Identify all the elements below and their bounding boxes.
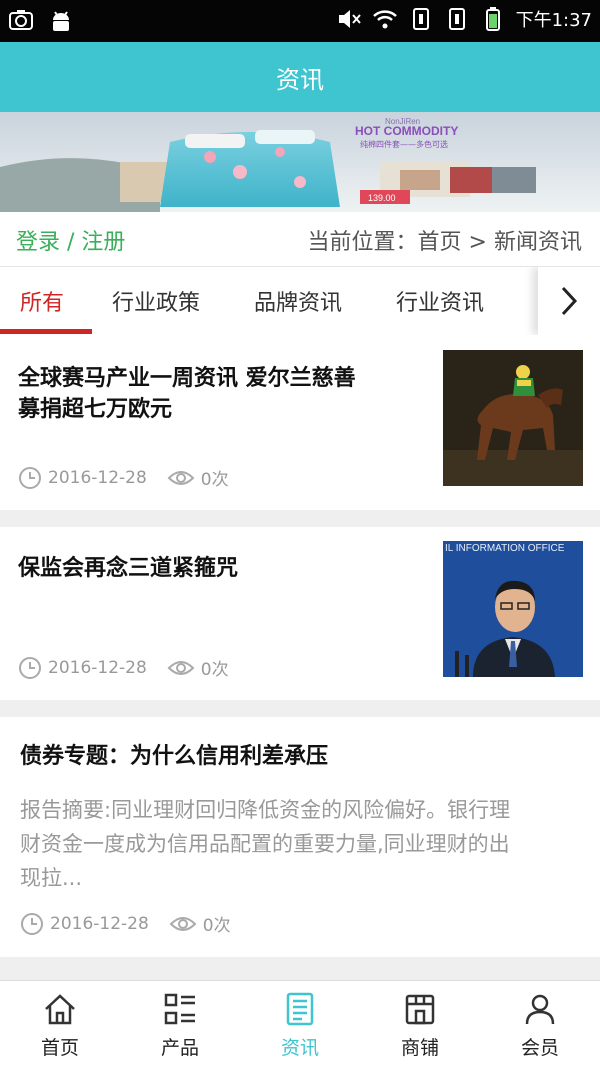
nav-shops[interactable]: 商铺 [360, 981, 480, 1068]
breadcrumb-arrow: > [461, 230, 494, 255]
nav-home[interactable]: 首页 [0, 981, 120, 1068]
nav-member[interactable]: 会员 [480, 981, 600, 1068]
bottom-nav: 首页 产品 资讯 商铺 会员 [0, 980, 600, 1068]
android-icon [53, 11, 69, 31]
eye-icon [167, 470, 195, 485]
banner-subline: 纯棉四件套——多色可选 [360, 139, 448, 149]
sim2-icon [448, 8, 465, 30]
clock-icon [19, 656, 41, 679]
active-tab-indicator [0, 329, 92, 334]
breadcrumb-current: 新闻资讯 [493, 230, 582, 255]
clock-icon [19, 466, 41, 489]
user-icon [525, 994, 555, 1025]
banner-price: 139.00 [368, 193, 396, 203]
title-bar: 资讯 [0, 42, 600, 112]
article-title[interactable]: 债券专题：为什么信用利差承压 [20, 741, 580, 772]
article-card[interactable]: 全球赛马产业一周资讯 爱尔兰慈善 募捐超七万欧元 2016-12-28 0次 [0, 335, 600, 510]
shop-icon [405, 994, 435, 1025]
article-meta: 2016-12-28 0次 [20, 911, 231, 936]
breadcrumb-home[interactable]: 首页 [418, 230, 462, 255]
banner-headline: HOT COMMODITY [355, 124, 458, 138]
tab-industry-news[interactable]: 行业资讯 [396, 285, 484, 317]
promo-banner[interactable]: 139.00 NonJiRen HOT COMMODITY 纯棉四件套——多色可… [0, 112, 600, 212]
article-summary: 报告摘要:同业理财回归降低资金的风险偏好。银行理 财资金一度成为信用品配置的重要… [20, 798, 511, 890]
home-icon [45, 994, 75, 1025]
breadcrumb: 当前位置：首页 > 新闻资讯 [308, 224, 582, 256]
tab-all[interactable]: 所有 [20, 285, 64, 317]
banner-image: 139.00 NonJiRen HOT COMMODITY 纯棉四件套——多色可… [0, 112, 600, 212]
article-card[interactable]: 保监会再念三道紧箍咒 2016-12-28 0次 IL INFORMATION … [0, 527, 600, 700]
press-conference-photo: IL INFORMATION OFFICE [443, 541, 583, 677]
nav-label: 商铺 [400, 1037, 439, 1059]
article-views: 0次 [200, 660, 229, 680]
article-date: 2016-12-28 [48, 467, 147, 488]
article-date: 2016-12-28 [50, 913, 149, 934]
status-time: 下午1:37 [515, 10, 592, 31]
article-thumbnail[interactable]: IL INFORMATION OFFICE [443, 541, 583, 677]
tab-brand-news[interactable]: 品牌资讯 [254, 285, 342, 317]
article-title[interactable]: 全球赛马产业一周资讯 爱尔兰慈善 募捐超七万欧元 [18, 363, 418, 425]
auth-links: 登录 / 注册 [16, 224, 125, 256]
category-tabs: 所有 行业政策 品牌资讯 行业资讯 [0, 267, 600, 335]
nav-products[interactable]: 产品 [120, 981, 240, 1068]
nav-label: 首页 [40, 1037, 79, 1059]
login-link[interactable]: 登录 [16, 230, 60, 255]
article-meta: 2016-12-28 0次 [18, 655, 229, 680]
news-icon [286, 992, 314, 1026]
eye-icon [167, 660, 195, 675]
wifi-icon [372, 10, 397, 29]
mute-icon [338, 10, 361, 28]
battery-icon [485, 7, 500, 31]
breadcrumb-label: 当前位置： [307, 230, 418, 255]
tabs-scroll-right-button[interactable] [538, 267, 600, 335]
register-link[interactable]: 注册 [81, 230, 125, 255]
screenshot-icon [9, 10, 33, 30]
clock-icon [21, 912, 43, 935]
article-meta: 2016-12-28 0次 [18, 465, 229, 490]
tab-industry-policy[interactable]: 行业政策 [112, 285, 200, 317]
article-thumbnail[interactable] [443, 350, 583, 486]
article-card[interactable]: 债券专题：为什么信用利差承压 报告摘要:同业理财回归降低资金的风险偏好。银行理 … [0, 717, 600, 957]
horse-racing-photo [443, 350, 583, 486]
auth-separator: / [60, 230, 82, 255]
sim1-icon [412, 8, 429, 30]
chevron-right-icon [561, 286, 578, 316]
nav-news[interactable]: 资讯 [240, 981, 360, 1068]
breadcrumb-bar: 登录 / 注册 当前位置：首页 > 新闻资讯 [0, 212, 600, 267]
nav-label: 资讯 [280, 1037, 319, 1059]
eye-icon [169, 916, 197, 931]
nav-label: 会员 [520, 1037, 559, 1059]
grid-list-icon [164, 993, 195, 1025]
article-views: 0次 [200, 470, 229, 490]
article-title[interactable]: 保监会再念三道紧箍咒 [18, 553, 418, 584]
thumb-backdrop-text: IL INFORMATION OFFICE [445, 543, 565, 554]
article-views: 0次 [202, 916, 231, 936]
page-title: 资讯 [276, 65, 324, 94]
nav-label: 产品 [160, 1037, 199, 1059]
article-date: 2016-12-28 [48, 657, 147, 678]
status-bar: 下午1:37 [0, 0, 600, 42]
